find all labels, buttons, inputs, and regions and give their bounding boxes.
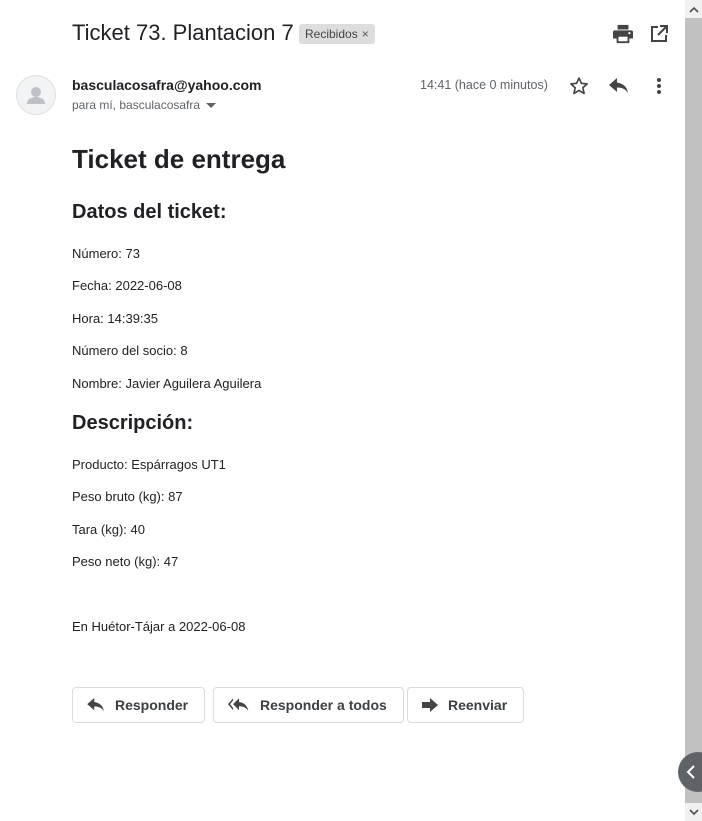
ticket-hora: Hora: 14:39:35 <box>72 311 159 326</box>
more-vert-icon[interactable] <box>652 77 666 95</box>
ticket-fecha: Fecha: 2022-06-08 <box>72 278 182 293</box>
chevron-left-icon <box>686 765 695 779</box>
forward-button[interactable]: Reenviar <box>407 687 525 723</box>
ticket-producto: Producto: Espárragos UT1 <box>72 457 226 472</box>
star-icon[interactable] <box>569 76 589 96</box>
scroll-down-arrow-icon[interactable] <box>685 803 702 821</box>
body-title: Ticket de entrega <box>72 144 286 174</box>
person-icon <box>27 87 45 104</box>
forward-button-label: Reenviar <box>448 697 508 713</box>
reply-icon[interactable] <box>609 78 629 94</box>
forward-icon <box>422 698 438 712</box>
sender-email[interactable]: basculacosafra@yahoo.com <box>72 77 262 93</box>
ticket-tara: Tara (kg): 40 <box>72 522 145 537</box>
section-title-descripcion: Descripción: <box>72 412 194 434</box>
reply-all-button[interactable]: Responder a todos <box>213 687 404 723</box>
reply-button-label: Responder <box>115 697 189 713</box>
side-panel-toggle[interactable] <box>678 752 702 792</box>
avatar <box>16 75 56 115</box>
email-subject: Ticket 73. Plantacion 7 <box>72 20 294 45</box>
ticket-peso-neto: Peso neto (kg): 47 <box>72 554 179 569</box>
email-time: 14:41 (hace 0 minutos) <box>420 78 548 92</box>
open-in-new-icon[interactable] <box>650 25 668 43</box>
print-icon[interactable] <box>612 24 634 44</box>
label-chip-text: Recibidos <box>305 27 358 41</box>
reply-button[interactable]: Responder <box>72 687 206 723</box>
ticket-numero-socio: Número del socio: 8 <box>72 343 188 358</box>
recipients[interactable]: para mí, basculacosafra <box>72 98 217 112</box>
ticket-nombre: Nombre: Javier Aguilera Aguilera <box>72 376 262 391</box>
label-chip[interactable]: Recibidos × <box>299 24 375 44</box>
label-remove-icon[interactable]: × <box>362 27 369 41</box>
ticket-peso-bruto: Peso bruto (kg): 87 <box>72 489 183 504</box>
scrollbar-thumb[interactable] <box>685 18 702 803</box>
reply-all-button-label: Responder a todos <box>260 697 387 713</box>
scroll-up-arrow-icon[interactable] <box>685 0 702 18</box>
reply-all-icon <box>228 698 249 711</box>
ticket-numero: Número: 73 <box>72 246 140 261</box>
caret-down-icon[interactable] <box>206 102 217 109</box>
reply-icon <box>87 698 104 712</box>
lugar-fecha: En Huétor-Tájar a 2022-06-08 <box>72 619 246 634</box>
section-title-datos: Datos del ticket: <box>72 201 227 223</box>
recipients-text: para mí, basculacosafra <box>72 98 201 112</box>
